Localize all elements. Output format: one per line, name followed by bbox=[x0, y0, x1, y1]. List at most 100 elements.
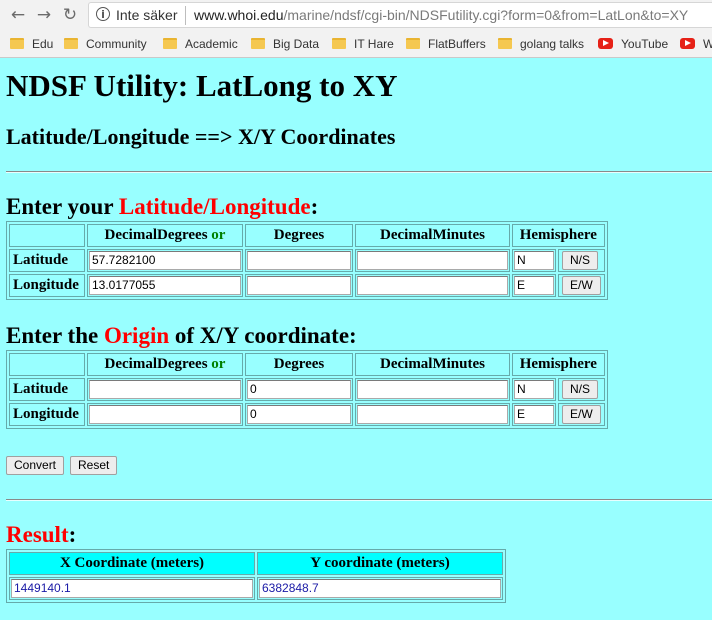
latitude-degrees-input[interactable] bbox=[247, 251, 351, 270]
longitude-degrees-input[interactable] bbox=[247, 276, 351, 295]
url-path: /marine/ndsf/cgi-bin/NDSFutility.cgi?for… bbox=[283, 7, 689, 23]
origin-latitude-hemisphere-input[interactable]: N bbox=[514, 380, 554, 399]
bookmark-label: YouTube bbox=[621, 37, 669, 51]
folder-icon bbox=[10, 38, 24, 49]
latitude-label: Latitude bbox=[9, 249, 85, 272]
heading-highlight: Latitude/Longitude bbox=[118, 194, 311, 219]
cell: N/S bbox=[558, 249, 605, 272]
heading-prefix: Enter your bbox=[6, 194, 119, 219]
table-header-row: X Coordinate (meters) Y coordinate (mete… bbox=[9, 552, 503, 575]
x-coordinate-output[interactable]: 1449140.1 bbox=[11, 579, 253, 598]
origin-latitude-degrees-input[interactable]: 0 bbox=[247, 380, 351, 399]
origin-latitude-decimal-degrees-input[interactable] bbox=[89, 380, 241, 399]
bookmark-label: W bbox=[703, 37, 712, 51]
address-bar[interactable]: i Inte säker www.whoi.edu/marine/ndsf/cg… bbox=[88, 2, 712, 28]
bookmarks-bar: Edu Community Academic Big Data IT Hare … bbox=[0, 31, 712, 57]
latitude-hemisphere-input[interactable]: N bbox=[514, 251, 554, 270]
longitude-hemisphere-input[interactable]: E bbox=[514, 276, 554, 295]
bookmark-youtube[interactable]: YouTube bbox=[598, 35, 668, 53]
cell bbox=[355, 274, 510, 297]
bookmark-label: FlatBuffers bbox=[428, 37, 486, 51]
cell bbox=[355, 378, 510, 401]
cell bbox=[245, 274, 353, 297]
ew-toggle-button[interactable]: E/W bbox=[562, 276, 601, 295]
bookmark-label: Academic bbox=[185, 37, 238, 51]
y-coordinate-header: Y coordinate (meters) bbox=[257, 552, 503, 575]
cell bbox=[355, 403, 510, 426]
browser-chrome: ← → ↻ i Inte säker www.whoi.edu/marine/n… bbox=[0, 0, 712, 58]
header-label: DecimalDegrees bbox=[104, 227, 212, 243]
result-label: Result bbox=[6, 522, 69, 547]
origin-ew-toggle-button[interactable]: E/W bbox=[562, 405, 601, 424]
bookmark-flatbuffers[interactable]: FlatBuffers bbox=[406, 35, 486, 53]
cell: 0 bbox=[245, 378, 353, 401]
longitude-label: Longitude bbox=[9, 403, 85, 426]
cell: E/W bbox=[558, 274, 605, 297]
bookmark-w[interactable]: W bbox=[680, 35, 712, 53]
back-arrow-icon[interactable]: ← bbox=[6, 3, 30, 27]
y-coordinate-output[interactable]: 6382848.7 bbox=[259, 579, 501, 598]
bookmark-golang-talks[interactable]: golang talks bbox=[498, 35, 584, 53]
youtube-icon bbox=[598, 38, 613, 49]
folder-icon bbox=[163, 38, 177, 49]
folder-icon bbox=[64, 38, 78, 49]
origin-longitude-decimal-degrees-input[interactable] bbox=[89, 405, 241, 424]
cell: 13.0177055 bbox=[87, 274, 243, 297]
longitude-label: Longitude bbox=[9, 274, 85, 297]
table-header-row: DecimalDegrees or Degrees DecimalMinutes… bbox=[9, 224, 605, 247]
reload-icon[interactable]: ↻ bbox=[58, 3, 82, 27]
or-label: or bbox=[211, 227, 226, 243]
security-label[interactable]: Inte säker bbox=[116, 7, 177, 23]
decimal-minutes-header: DecimalMinutes bbox=[355, 224, 510, 247]
heading-highlight: Origin bbox=[103, 323, 170, 348]
origin-table: DecimalDegrees or Degrees DecimalMinutes… bbox=[6, 350, 608, 429]
table-row: Longitude 0 E E/W bbox=[9, 403, 605, 426]
ns-toggle-button[interactable]: N/S bbox=[562, 251, 599, 270]
result-table: X Coordinate (meters) Y coordinate (mete… bbox=[6, 549, 506, 603]
forward-arrow-icon[interactable]: → bbox=[32, 3, 56, 27]
page-subtitle: Latitude/Longitude ==> X/Y Coordinates bbox=[6, 124, 396, 149]
info-icon[interactable]: i bbox=[96, 7, 110, 21]
cell bbox=[87, 403, 243, 426]
cell: E/W bbox=[558, 403, 605, 426]
cell: N/S bbox=[558, 378, 605, 401]
result-suffix: : bbox=[68, 522, 77, 547]
origin-ns-toggle-button[interactable]: N/S bbox=[562, 380, 599, 399]
latitude-decimal-degrees-input[interactable]: 57.7282100 bbox=[89, 251, 241, 270]
cell bbox=[87, 378, 243, 401]
decimal-degrees-header: DecimalDegrees or bbox=[87, 353, 243, 376]
bookmark-academic[interactable]: Academic bbox=[163, 35, 238, 53]
bookmark-it-hare[interactable]: IT Hare bbox=[332, 35, 394, 53]
bookmark-label: IT Hare bbox=[354, 37, 394, 51]
reset-button[interactable]: Reset bbox=[70, 456, 118, 475]
folder-icon bbox=[498, 38, 512, 49]
or-label: or bbox=[211, 356, 226, 372]
cell: 57.7282100 bbox=[87, 249, 243, 272]
origin-longitude-decimal-minutes-input[interactable] bbox=[357, 405, 508, 424]
latitude-decimal-minutes-input[interactable] bbox=[357, 251, 508, 270]
result-heading: Result: bbox=[6, 522, 76, 548]
bookmark-label: Edu bbox=[32, 37, 54, 51]
table-row: Longitude 13.0177055 E E/W bbox=[9, 274, 605, 297]
longitude-decimal-minutes-input[interactable] bbox=[357, 276, 508, 295]
cell: N bbox=[512, 378, 556, 401]
heading-prefix: Enter the bbox=[6, 323, 104, 348]
convert-button[interactable]: Convert bbox=[6, 456, 65, 475]
cell: 0 bbox=[245, 403, 353, 426]
degrees-header: Degrees bbox=[245, 353, 353, 376]
folder-icon bbox=[332, 38, 346, 49]
origin-longitude-degrees-input[interactable]: 0 bbox=[247, 405, 351, 424]
url-text[interactable]: www.whoi.edu/marine/ndsf/cgi-bin/NDSFuti… bbox=[194, 7, 688, 23]
table-header-row: DecimalDegrees or Degrees DecimalMinutes… bbox=[9, 353, 605, 376]
heading-suffix: of X/Y coordinate: bbox=[169, 323, 357, 348]
bookmark-label: golang talks bbox=[520, 37, 585, 51]
bookmark-big-data[interactable]: Big Data bbox=[251, 35, 319, 53]
page-title: NDSF Utility: LatLong to XY bbox=[6, 68, 398, 103]
bookmark-community[interactable]: Community bbox=[64, 35, 147, 53]
latitude-label: Latitude bbox=[9, 378, 85, 401]
origin-latitude-decimal-minutes-input[interactable] bbox=[357, 380, 508, 399]
longitude-decimal-degrees-input[interactable]: 13.0177055 bbox=[89, 276, 241, 295]
bookmark-edu[interactable]: Edu bbox=[10, 35, 53, 53]
divider bbox=[6, 499, 712, 501]
origin-longitude-hemisphere-input[interactable]: E bbox=[514, 405, 554, 424]
